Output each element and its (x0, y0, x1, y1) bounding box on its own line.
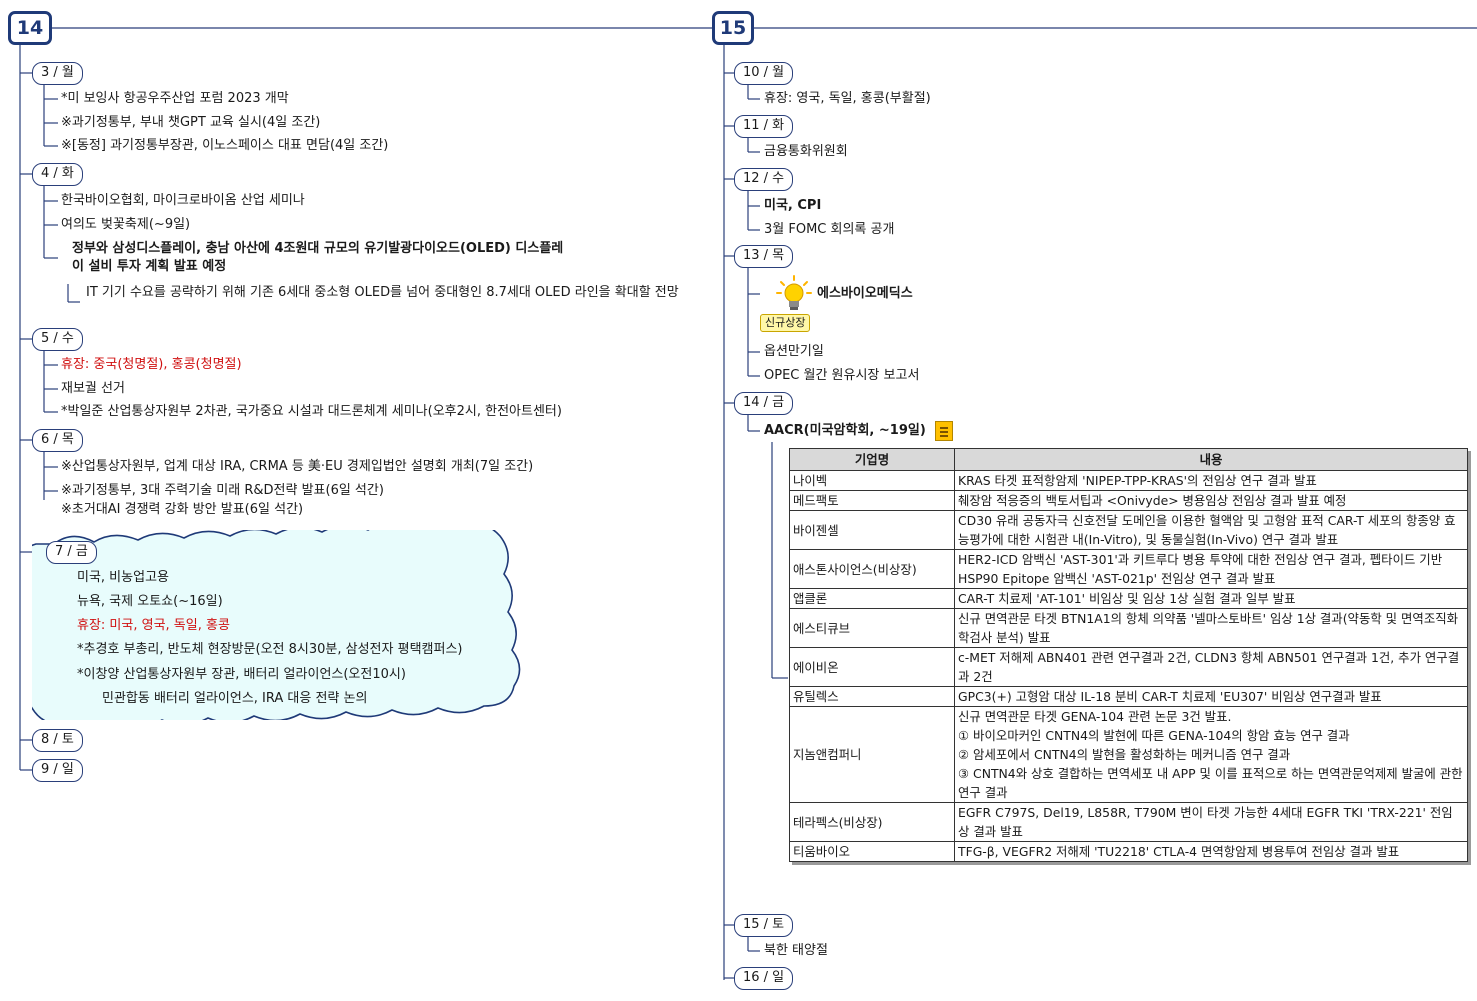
event-item[interactable]: 재보궐 선거 (61, 380, 125, 398)
event-item[interactable]: ※과기정통부, 3대 주력기술 미래 R&D전략 발표(6일 석간) (61, 482, 384, 500)
event-item-holiday[interactable]: 휴장: 중국(청명절), 홍콩(청명절) (61, 356, 242, 374)
event-item[interactable]: *박일준 산업통상자원부 2차관, 국가중요 시설과 대드론체계 세미나(오후2… (61, 403, 562, 421)
table-row: 티움바이오 TFG-β, VEGFR2 저해제 'TU2218' CTLA-4 면… (789, 841, 1468, 862)
event-item-listing[interactable]: 에스바이오메딕스 (817, 285, 913, 303)
event-item[interactable]: *미 보잉사 항공우주산업 포럼 2023 개막 (61, 90, 289, 108)
event-item[interactable]: ※[동정] 과기정통부장관, 이노스페이스 대표 면담(4일 조간) (61, 137, 388, 155)
company-cell: 지놈앤컴퍼니 (789, 706, 955, 803)
company-cell: 티움바이오 (789, 841, 955, 862)
company-cell: 바이젠셀 (789, 510, 955, 550)
event-item[interactable]: 미국, CPI (764, 197, 821, 215)
content-cell: KRAS 타겟 표적항암제 'NIPEP-TPP-KRAS'의 전임상 연구 결… (954, 470, 1468, 491)
content-cell: c-MET 저해제 ABN401 관련 연구결과 2건, CLDN3 항체 AB… (954, 647, 1468, 687)
content-cell: GPC3(+) 고형암 대상 IL-18 분비 CAR-T 치료제 'EU307… (954, 686, 1468, 707)
day-7-fri[interactable]: 7 / 금 (46, 541, 97, 564)
table-row: 에이비온 c-MET 저해제 ABN401 관련 연구결과 2건, CLDN3 항… (789, 647, 1468, 687)
event-item-holiday[interactable]: 휴장: 미국, 영국, 독일, 홍콩 (77, 617, 230, 635)
event-item[interactable]: 북한 태양절 (764, 942, 828, 960)
event-item[interactable]: 여의도 벚꽃축제(~9일) (61, 216, 190, 234)
event-item[interactable]: 한국바이오협회, 마이크로바이옴 산업 세미나 (61, 192, 305, 210)
content-cell: 췌장암 적응증의 백토서팁과 <Onivyde> 병용임상 전임상 결과 발표 … (954, 490, 1468, 511)
lightbulb-icon (776, 275, 812, 310)
day-10-mon[interactable]: 10 / 월 (734, 62, 794, 85)
day-13-thu[interactable]: 13 / 목 (734, 245, 794, 268)
table-row: 앱클론 CAR-T 치료제 'AT-101' 비임상 및 임상 1상 실험 결과 … (789, 588, 1468, 609)
event-item[interactable]: 옵션만기일 (764, 343, 824, 361)
day-12-wed[interactable]: 12 / 수 (734, 168, 794, 191)
day-16-sun[interactable]: 16 / 일 (734, 967, 794, 990)
new-listing-badge: 신규상장 (760, 314, 811, 332)
content-cell: TFG-β, VEGFR2 저해제 'TU2218' CTLA-4 면역항암제 … (954, 841, 1468, 862)
day-8-sat[interactable]: 8 / 토 (32, 729, 83, 752)
note-icon[interactable] (935, 421, 953, 441)
day-6-thu[interactable]: 6 / 목 (32, 429, 83, 452)
week-label-15[interactable]: 15 (712, 11, 754, 45)
day-14-fri[interactable]: 14 / 금 (734, 392, 794, 415)
day-15-sat[interactable]: 15 / 토 (734, 914, 794, 937)
content-cell: CD30 유래 공동자극 신호전달 도메인을 이용한 혈액암 및 고형암 표적 … (954, 510, 1468, 550)
table-row: 애스톤사이언스(비상장) HER2-ICD 암백신 'AST-301'과 키트루다… (789, 549, 1468, 589)
company-cell: 나이벡 (789, 470, 955, 491)
table-row: 지놈앤컴퍼니 신규 면역관문 타겟 GENA-104 관련 논문 3건 발표. ①… (789, 706, 1468, 803)
day-11-tue[interactable]: 11 / 화 (734, 115, 794, 138)
event-item[interactable]: OPEC 월간 원유시장 보고서 (764, 367, 919, 385)
column-header-company: 기업명 (789, 448, 955, 471)
company-cell: 메드팩토 (789, 490, 955, 511)
event-item[interactable]: ※초거대AI 경쟁력 강화 방안 발표(6일 석간) (61, 501, 303, 519)
event-item[interactable]: 휴장: 영국, 독일, 홍콩(부활절) (764, 90, 931, 108)
table-row: 유틸렉스 GPC3(+) 고형암 대상 IL-18 분비 CAR-T 치료제 'E… (789, 686, 1468, 707)
table-row: 테라펙스(비상장) EGFR C797S, Del19, L858R, T790M… (789, 802, 1468, 842)
content-cell: 신규 면역관문 타겟 BTN1A1의 항체 의약품 '넬마스토바트' 임상 1상… (954, 608, 1468, 648)
event-item[interactable]: *이창양 산업통상자원부 장관, 배터리 얼라이언스(오전10시) (77, 666, 406, 684)
table-row: 에스티큐브 신규 면역관문 타겟 BTN1A1의 항체 의약품 '넬마스토바트' … (789, 608, 1468, 648)
event-item[interactable]: ※과기정통부, 부내 챗GPT 교육 실시(4일 조간) (61, 114, 320, 132)
content-cell: CAR-T 치료제 'AT-101' 비임상 및 임상 1상 실험 결과 일부 … (954, 588, 1468, 609)
week-label-14[interactable]: 14 (8, 11, 52, 45)
company-cell: 애스톤사이언스(비상장) (789, 549, 955, 589)
event-subitem[interactable]: IT 기기 수요를 공략하기 위해 기존 6세대 중소형 OLED를 넘어 중대… (86, 284, 686, 302)
table-row: 나이벡 KRAS 타겟 표적항암제 'NIPEP-TPP-KRAS'의 전임상 연… (789, 470, 1468, 491)
column-header-content: 내용 (954, 448, 1468, 471)
company-cell: 유틸렉스 (789, 686, 955, 707)
company-cell: 테라펙스(비상장) (789, 802, 955, 842)
content-cell: 신규 면역관문 타겟 GENA-104 관련 논문 3건 발표. ① 바이오마커… (954, 706, 1468, 803)
event-item[interactable]: 금융통화위원회 (764, 143, 848, 161)
company-cell: 에이비온 (789, 647, 955, 687)
event-subitem[interactable]: 민관합동 배터리 얼라이언스, IRA 대응 전략 논의 (102, 690, 367, 708)
day-4-tue[interactable]: 4 / 화 (32, 163, 83, 186)
event-item[interactable]: ※산업통상자원부, 업계 대상 IRA, CRMA 등 美·EU 경제입법안 설… (61, 458, 533, 476)
table-row: 바이젠셀 CD30 유래 공동자극 신호전달 도메인을 이용한 혈액암 및 고형암… (789, 510, 1468, 550)
event-item[interactable]: *추경호 부총리, 반도체 현장방문(오전 8시30분, 삼성전자 평택캠퍼스) (77, 641, 462, 659)
content-cell: HER2-ICD 암백신 'AST-301'과 키트루다 병용 투약에 대한 전… (954, 549, 1468, 589)
day-9-sun[interactable]: 9 / 일 (32, 759, 83, 782)
event-item[interactable]: 3월 FOMC 회의록 공개 (764, 221, 894, 239)
day-5-wed[interactable]: 5 / 수 (32, 328, 83, 351)
event-item-oled[interactable]: 정부와 삼성디스플레이, 충남 아산에 4조원대 규모의 유기발광다이오드(OL… (72, 240, 572, 276)
table-row: 메드팩토 췌장암 적응증의 백토서팁과 <Onivyde> 병용임상 전임상 결과… (789, 490, 1468, 511)
event-item-aacr[interactable]: AACR(미국암학회, ~19일) (764, 422, 926, 440)
aacr-table: 기업명 내용 나이벡 KRAS 타겟 표적항암제 'NIPEP-TPP-KRAS'… (789, 448, 1468, 862)
content-cell: EGFR C797S, Del19, L858R, T790M 변이 타겟 가능… (954, 802, 1468, 842)
company-cell: 에스티큐브 (789, 608, 955, 648)
event-item[interactable]: 뉴욕, 국제 오토쇼(~16일) (77, 593, 223, 611)
event-item[interactable]: 미국, 비농업고용 (77, 569, 169, 587)
company-cell: 앱클론 (789, 588, 955, 609)
day-3-mon[interactable]: 3 / 월 (32, 62, 83, 85)
